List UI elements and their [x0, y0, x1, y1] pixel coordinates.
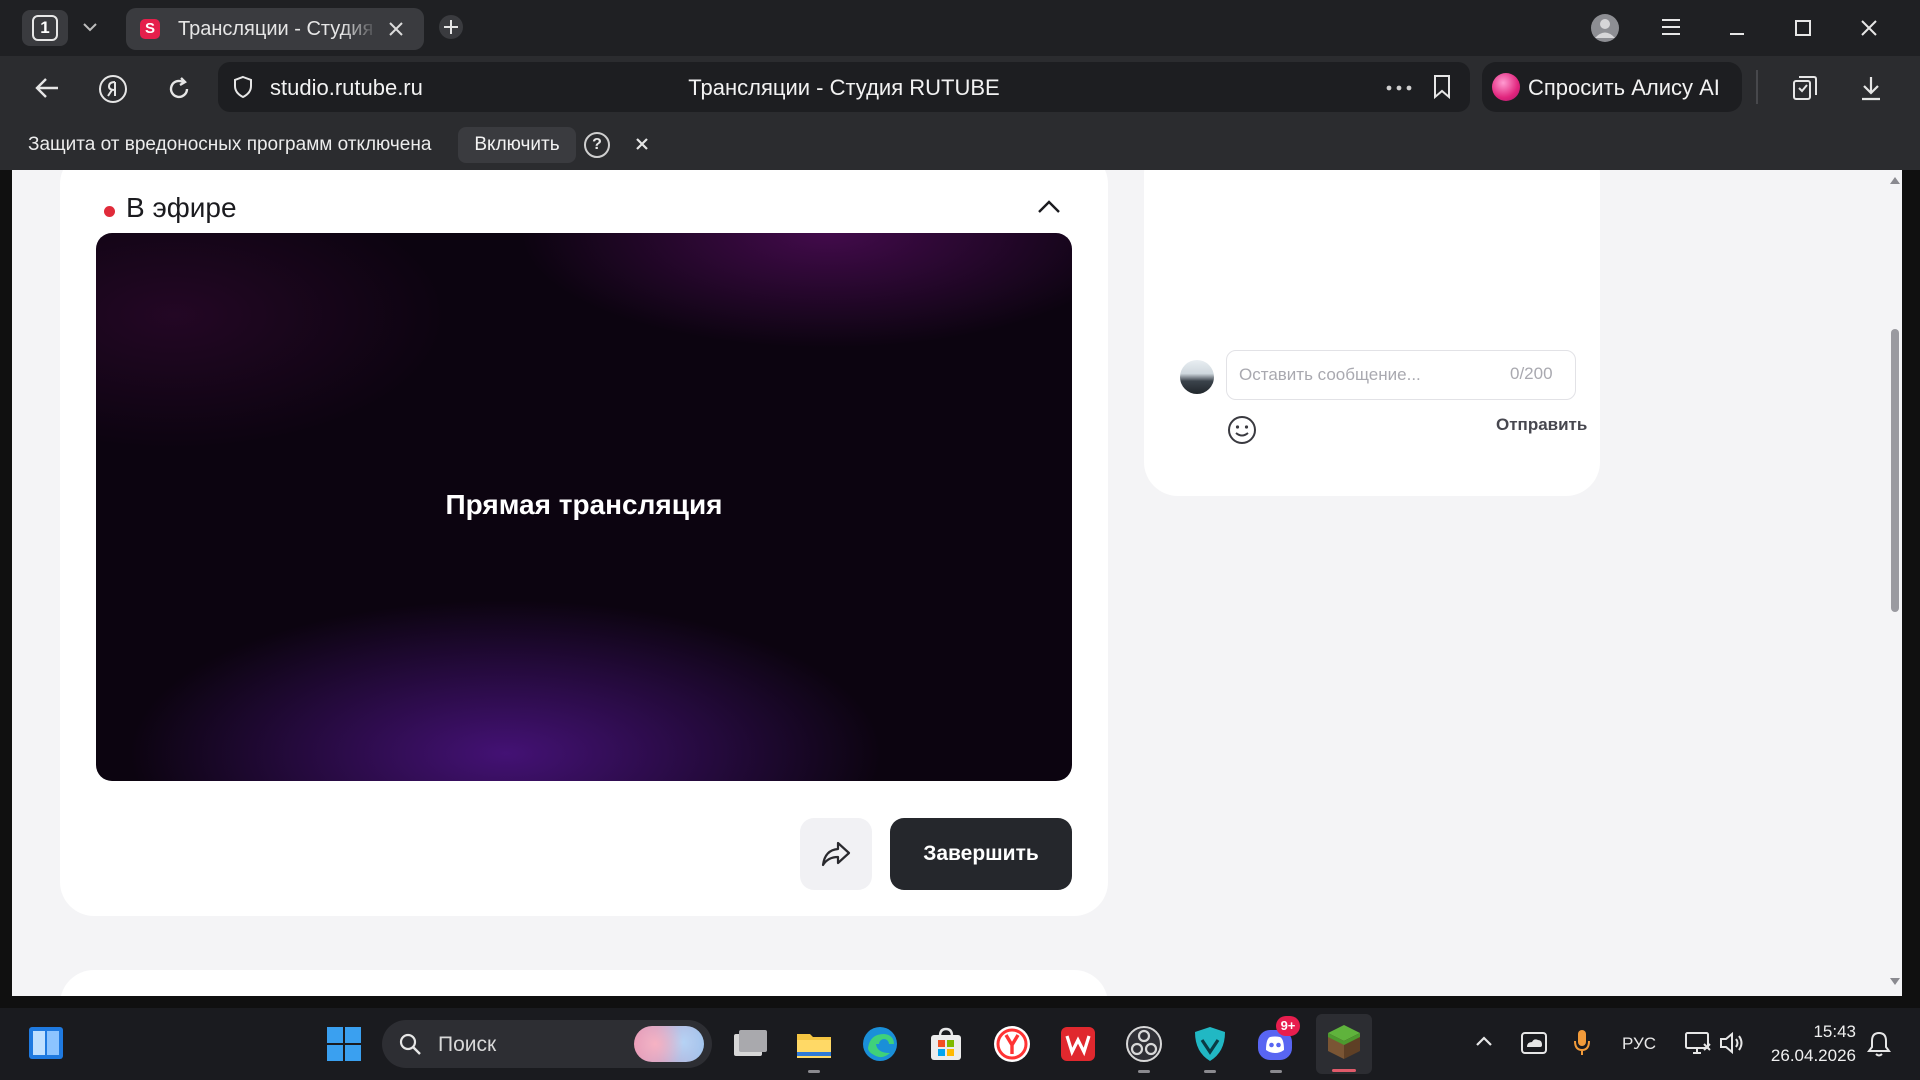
tray-overflow-chevron-up-icon[interactable]: [1474, 1034, 1494, 1048]
microphone-in-use-icon[interactable]: [1572, 1028, 1592, 1058]
windows-start-icon[interactable]: [326, 1026, 362, 1062]
discord-notification-badge: 9+: [1276, 1016, 1300, 1036]
site-protection-shield-icon[interactable]: [232, 75, 254, 99]
onedrive-sync-icon[interactable]: [1520, 1030, 1548, 1056]
search-highlight-image: [634, 1026, 704, 1062]
enable-protection-button[interactable]: Включить: [458, 127, 576, 163]
widgets-app-icon[interactable]: [28, 1026, 64, 1060]
taskbar-search-placeholder: Поиск: [438, 1033, 497, 1056]
more-dots-icon[interactable]: [1386, 85, 1412, 91]
navigation-bar: studio.rutube.ru Трансляции - Студия RUT…: [0, 56, 1920, 120]
ask-alice-label: Спросить Алису AI: [1528, 75, 1720, 100]
obs-running-indicator: [1138, 1070, 1150, 1073]
maximize-window-icon[interactable]: [1793, 18, 1813, 38]
minecraft-grass-block-icon: [1328, 1025, 1360, 1059]
taskbar-clock-date[interactable]: 26.04.2026: [1766, 1046, 1856, 1066]
live-section-title: В эфире: [126, 192, 237, 223]
file-explorer-icon[interactable]: [794, 1024, 834, 1064]
share-arrow-icon: [821, 841, 851, 867]
rutube-studio-favicon-icon: S: [140, 19, 160, 39]
send-message-button[interactable]: Отправить: [1496, 415, 1587, 435]
share-button[interactable]: [800, 818, 872, 890]
collections-icon[interactable]: [1790, 73, 1820, 103]
volume-speaker-icon[interactable]: [1718, 1030, 1748, 1056]
back-arrow-icon[interactable]: [34, 76, 60, 100]
downloads-icon[interactable]: [1858, 74, 1884, 102]
edge-browser-icon[interactable]: [860, 1024, 900, 1064]
scroll-down-arrow-icon[interactable]: [1890, 978, 1900, 986]
security-warning-text: Защита от вредоносных программ отключена: [28, 134, 432, 155]
reload-icon[interactable]: [165, 75, 193, 103]
address-bar[interactable]: studio.rutube.ru Трансляции - Студия RUT…: [218, 62, 1470, 112]
search-icon: [398, 1032, 422, 1056]
vpn-running-indicator: [1204, 1070, 1216, 1073]
network-status-icon[interactable]: [1684, 1030, 1712, 1056]
end-broadcast-button[interactable]: Завершить: [890, 818, 1072, 890]
new-tab-plus-icon[interactable]: [438, 14, 464, 40]
next-section-card: [60, 970, 1108, 996]
page-scrollbar[interactable]: [1888, 170, 1902, 996]
tab-count: 1: [32, 15, 58, 41]
yandex-browser-icon[interactable]: [992, 1024, 1032, 1064]
toolbar-divider: [1756, 70, 1758, 104]
menu-hamburger-icon[interactable]: [1660, 17, 1682, 37]
discord-running-indicator: [1270, 1070, 1282, 1073]
discord-icon[interactable]: 9+: [1256, 1016, 1300, 1064]
tab-strip: 1 S Трансляции - Студия RUTUBE: [0, 0, 1920, 56]
scrollbar-thumb[interactable]: [1891, 329, 1899, 612]
wps-office-icon[interactable]: [1058, 1024, 1098, 1064]
minecraft-active-indicator: [1332, 1069, 1356, 1072]
minimize-window-icon[interactable]: [1727, 18, 1747, 38]
alice-logo-icon: [1492, 73, 1520, 101]
windows-taskbar: Поиск 9+ РУС 15:43 26.04.2026: [0, 1008, 1920, 1080]
tab-close-icon[interactable]: [388, 21, 404, 37]
vpn-shield-icon[interactable]: [1190, 1024, 1230, 1064]
ask-alice-button[interactable]: Спросить Алису AI: [1482, 62, 1742, 112]
input-language-indicator[interactable]: РУС: [1622, 1034, 1656, 1054]
player-status-text: Прямая трансляция: [445, 489, 723, 520]
close-window-icon[interactable]: [1859, 18, 1879, 38]
chat-char-counter: 0/200: [1510, 364, 1553, 383]
tab-studio-rutube[interactable]: S Трансляции - Студия RUTUBE: [126, 8, 424, 50]
explorer-running-indicator: [808, 1070, 820, 1073]
obs-studio-icon[interactable]: [1124, 1024, 1164, 1064]
security-warning-bar: Защита от вредоносных программ отключена…: [0, 120, 1920, 170]
taskbar-clock-time[interactable]: 15:43: [1776, 1022, 1856, 1042]
address-url: studio.rutube.ru: [270, 75, 423, 100]
live-broadcast-card: В эфире Прямая трансляция Завершить: [60, 170, 1108, 916]
minecraft-taskbar-item[interactable]: [1316, 1014, 1372, 1074]
taskbar-search-box[interactable]: Поиск: [382, 1020, 712, 1068]
chat-card: 0/200 Отправить: [1144, 170, 1600, 496]
infobar-close-icon[interactable]: [634, 136, 650, 152]
help-question-icon[interactable]: ?: [584, 132, 610, 158]
tab-title: Трансляции - Студия RUTUBE: [178, 18, 378, 40]
tabs-list-chevron-icon[interactable]: [80, 17, 100, 37]
live-indicator-dot: [104, 206, 115, 217]
microsoft-store-icon[interactable]: [926, 1024, 966, 1064]
live-video-player[interactable]: Прямая трансляция: [96, 233, 1072, 781]
user-avatar: [1180, 360, 1214, 394]
tab-counter-button[interactable]: 1: [22, 10, 68, 46]
task-view-icon[interactable]: [730, 1024, 770, 1064]
profile-avatar-icon[interactable]: [1590, 13, 1620, 43]
emoji-smile-icon[interactable]: [1226, 414, 1258, 446]
bookmark-icon[interactable]: [1432, 74, 1452, 100]
notifications-bell-icon[interactable]: [1866, 1030, 1892, 1058]
collapse-chevron-up-icon[interactable]: [1036, 198, 1062, 216]
scroll-up-arrow-icon[interactable]: [1890, 176, 1900, 184]
yandex-logo-icon[interactable]: [98, 74, 128, 104]
page-viewport: В эфире Прямая трансляция Завершить 0/20…: [12, 170, 1902, 996]
